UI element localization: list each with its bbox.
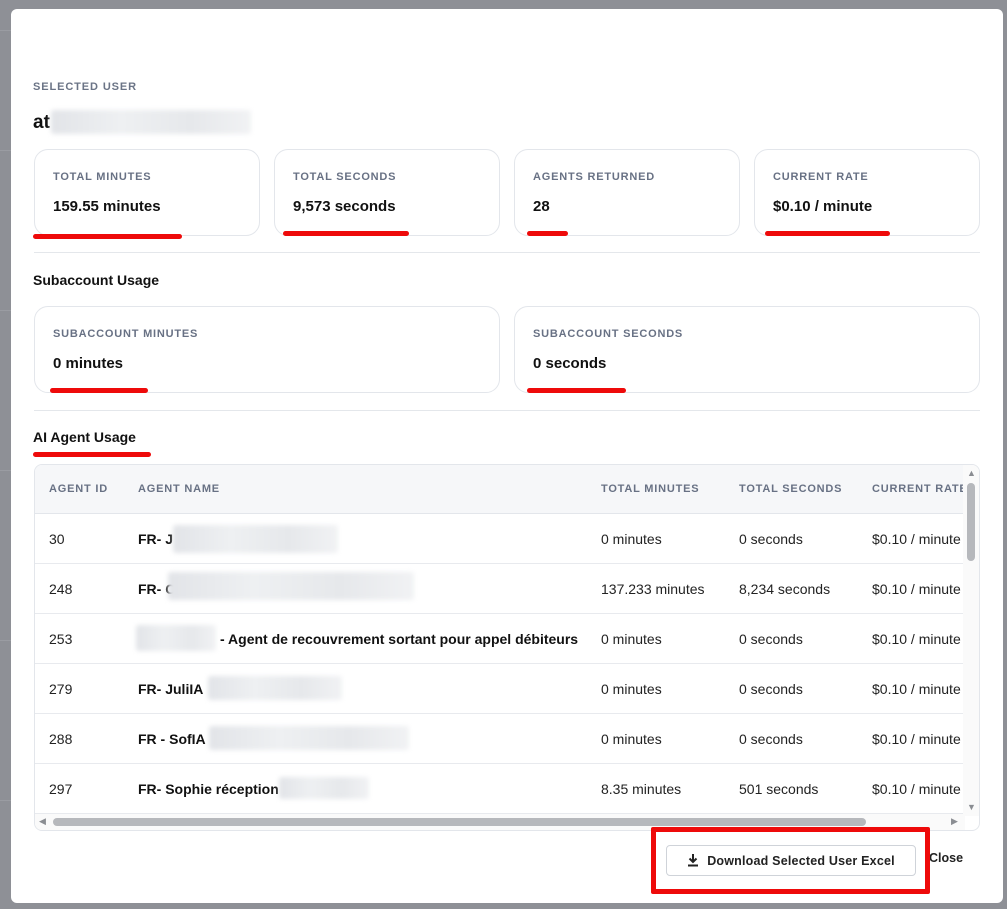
total-seconds-cell: 8,234 seconds (739, 581, 831, 597)
agent-name-cell: - Agent de recouvrement sortant pour app… (220, 631, 579, 647)
annotation-underline (33, 234, 182, 239)
current-rate-cell: $0.10 / minute (872, 631, 961, 647)
current-rate-cell: $0.10 / minute (872, 581, 961, 597)
table-row[interactable]: 279 FR- JuliIA 0 minutes 0 seconds $0.10… (35, 664, 965, 714)
agent-usage-table[interactable]: AGENT ID AGENT NAME TOTAL MINUTES TOTAL … (34, 464, 980, 831)
agent-id-cell: 297 (49, 781, 73, 797)
total-minutes-cell: 0 minutes (601, 681, 662, 697)
total-minutes-cell: 8.35 minutes (601, 781, 682, 797)
agent-name-cell: FR- J (138, 531, 173, 547)
arrow-right-icon[interactable]: ▶ (951, 817, 958, 826)
stat-label: TOTAL MINUTES (53, 171, 152, 183)
agent-name-cell: FR- Sophie réception (138, 781, 279, 797)
divider (34, 410, 980, 411)
column-header-current-rate[interactable]: CURRENT RATE (872, 483, 968, 495)
agent-id-cell: 279 (49, 681, 73, 697)
stat-value: 0 seconds (533, 355, 607, 372)
redacted-agent-name (173, 525, 338, 553)
selected-user-name: at (33, 112, 50, 133)
table-row[interactable]: 253 - Agent de recouvrement sortant pour… (35, 614, 965, 664)
arrow-down-icon[interactable]: ▼ (967, 803, 976, 812)
divider (34, 252, 980, 253)
stat-value: $0.10 / minute (773, 198, 873, 215)
table-row[interactable]: 248 FR- C 137.233 minutes 8,234 seconds … (35, 564, 965, 614)
stat-card-current-rate: CURRENT RATE $0.10 / minute (754, 149, 980, 236)
annotation-underline (50, 388, 148, 393)
agent-id-cell: 288 (49, 731, 73, 747)
stat-value: 28 (533, 198, 550, 215)
current-rate-cell: $0.10 / minute (872, 681, 961, 697)
vertical-scroll-thumb[interactable] (967, 483, 975, 561)
redacted-user-name (51, 110, 251, 134)
agent-id-cell: 30 (49, 531, 65, 547)
table-row[interactable]: 30 FR- J 0 minutes 0 seconds $0.10 / min… (35, 514, 965, 564)
stat-value: 159.55 minutes (53, 198, 161, 215)
agent-id-cell: 253 (49, 631, 73, 647)
stat-card-subaccount-seconds: SUBACCOUNT SECONDS 0 seconds (514, 306, 980, 393)
current-rate-cell: $0.10 / minute (872, 531, 961, 547)
annotation-underline (527, 388, 626, 393)
agent-name-cell: FR- JuliIA (138, 681, 204, 697)
agent-name-cell: FR - SofIA (138, 731, 206, 747)
annotation-underline (527, 231, 568, 236)
redacted-agent-name (208, 676, 342, 700)
close-button[interactable]: Close (929, 851, 963, 865)
vertical-scrollbar[interactable]: ▲ ▼ (963, 465, 979, 816)
stat-card-total-minutes: TOTAL MINUTES 159.55 minutes (34, 149, 260, 236)
stat-card-agents-returned: AGENTS RETURNED 28 (514, 149, 740, 236)
annotation-underline (283, 231, 409, 236)
total-seconds-cell: 501 seconds (739, 781, 819, 797)
total-seconds-cell: 0 seconds (739, 731, 803, 747)
stat-label: SUBACCOUNT SECONDS (533, 328, 684, 340)
annotation-underline (765, 231, 890, 236)
stat-label: TOTAL SECONDS (293, 171, 397, 183)
table-header: AGENT ID AGENT NAME TOTAL MINUTES TOTAL … (35, 465, 968, 514)
total-minutes-cell: 0 minutes (601, 531, 662, 547)
redacted-agent-name (168, 572, 414, 600)
table-row[interactable]: 297 FR- Sophie réception 8.35 minutes 50… (35, 764, 965, 814)
stat-card-subaccount-minutes: SUBACCOUNT MINUTES 0 minutes (34, 306, 500, 393)
column-header-total-seconds[interactable]: TOTAL SECONDS (739, 483, 842, 495)
user-usage-modal: SELECTED USER at TOTAL MINUTES 159.55 mi… (11, 9, 1003, 903)
agent-id-cell: 248 (49, 581, 73, 597)
annotation-underline (33, 452, 151, 457)
total-seconds-cell: 0 seconds (739, 631, 803, 647)
selected-user-label: SELECTED USER (33, 81, 137, 93)
total-seconds-cell: 0 seconds (739, 681, 803, 697)
arrow-up-icon[interactable]: ▲ (967, 469, 976, 478)
stat-value: 9,573 seconds (293, 198, 396, 215)
horizontal-scroll-thumb[interactable] (53, 818, 866, 826)
redacted-agent-name (136, 625, 216, 651)
stat-value: 0 minutes (53, 355, 124, 372)
column-header-total-minutes[interactable]: TOTAL MINUTES (601, 483, 699, 495)
total-seconds-cell: 0 seconds (739, 531, 803, 547)
subaccount-usage-heading: Subaccount Usage (33, 272, 160, 288)
column-header-agent-id[interactable]: AGENT ID (49, 483, 108, 495)
stat-label: AGENTS RETURNED (533, 171, 656, 183)
stat-card-total-seconds: TOTAL SECONDS 9,573 seconds (274, 149, 500, 236)
stat-label: CURRENT RATE (773, 171, 869, 183)
redacted-agent-name (209, 726, 409, 750)
total-minutes-cell: 0 minutes (601, 731, 662, 747)
total-minutes-cell: 137.233 minutes (601, 581, 705, 597)
table-row[interactable]: 288 FR - SofIA 0 minutes 0 seconds $0.10… (35, 714, 965, 764)
current-rate-cell: $0.10 / minute (872, 731, 961, 747)
stat-label: SUBACCOUNT MINUTES (53, 328, 199, 340)
current-rate-cell: $0.10 / minute (872, 781, 961, 797)
total-minutes-cell: 0 minutes (601, 631, 662, 647)
redacted-agent-name (279, 777, 369, 799)
ai-agent-usage-heading: AI Agent Usage (33, 429, 136, 445)
annotation-highlight-box (651, 827, 930, 894)
column-header-agent-name[interactable]: AGENT NAME (138, 483, 220, 495)
arrow-left-icon[interactable]: ◀ (39, 817, 46, 826)
